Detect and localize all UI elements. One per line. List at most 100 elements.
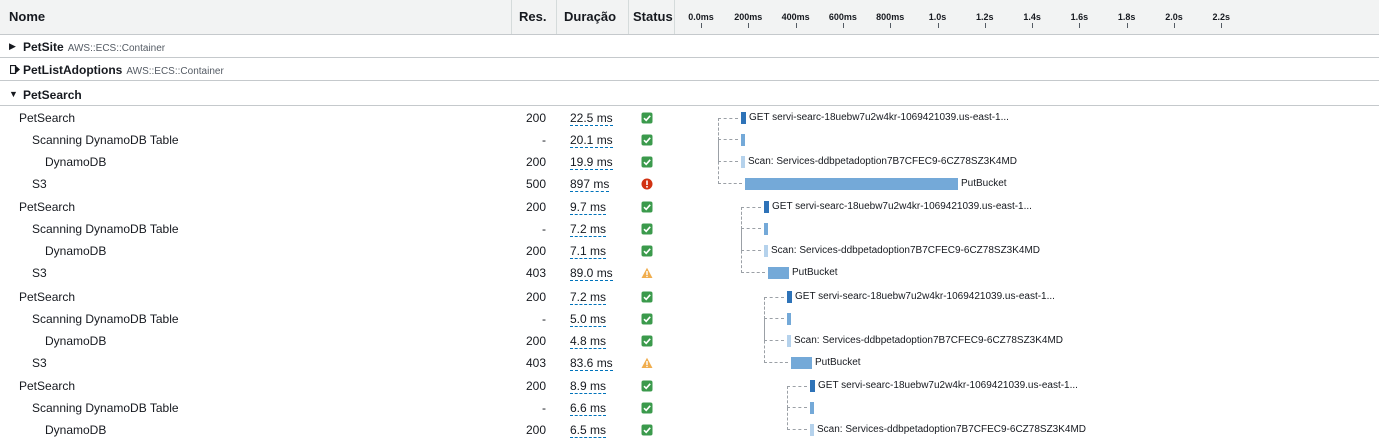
timeline-tick-label: 1.6s (1070, 12, 1089, 22)
column-header-status[interactable]: Status (629, 0, 675, 34)
timeline-connector (787, 407, 807, 430)
timeline-segment-bar[interactable] (810, 379, 815, 392)
segment-row[interactable]: S3 500 897 ms PutBucket (0, 118, 1379, 195)
status-error-icon (641, 178, 653, 190)
group-petsearch[interactable]: ▼ PetSearch (0, 83, 1379, 106)
segment-duration-link[interactable]: 7.2 ms (570, 222, 607, 238)
segment-duration-link[interactable]: 897 ms (570, 177, 610, 192)
column-header-res[interactable]: Res. (512, 0, 557, 34)
timeline-segment-label: Scan: Services-ddbpetadoption7B7CFEC9-6C… (794, 334, 1064, 346)
segment-response-code: - (542, 311, 546, 326)
segment-row[interactable]: S3 403 83.6 ms PutBucket (0, 296, 1379, 374)
timeline-segment-bar[interactable] (810, 423, 814, 436)
status-ok-icon (641, 134, 653, 146)
caret-down-icon[interactable]: ▼ (9, 89, 18, 99)
segment-duration-link[interactable]: 7.1 ms (570, 244, 607, 260)
segment-name: DynamoDB (45, 244, 107, 259)
timeline-tick-mark (842, 23, 844, 28)
timeline-tick-label: 600ms (828, 12, 857, 22)
segment-row[interactable]: PetSearch 200 8.9 ms GET servi-searc-18uebw… (0, 375, 1379, 397)
segment-name: PetSearch (19, 200, 76, 215)
timeline-segment-label: GET servi-searc-18uebw7u2w4kr-1069421039… (795, 290, 1055, 302)
segment-name: S3 (32, 266, 47, 281)
segment-row[interactable]: Scanning DynamoDB Table - 7.2 ms (0, 207, 1379, 240)
segment-duration-link[interactable]: 20.1 ms (570, 133, 613, 148)
timeline-tick-mark (701, 23, 702, 28)
timeline-tick-mark (1126, 23, 1128, 28)
segment-name: DynamoDB (45, 333, 107, 348)
segment-row[interactable]: Scanning DynamoDB Table - 5.0 ms (0, 296, 1379, 330)
timeline-segment-bar[interactable] (810, 401, 814, 414)
group-name: PetSite AWS::ECS::Container (23, 40, 166, 54)
segment-row[interactable]: Scanning DynamoDB Table - 20.1 ms (0, 118, 1379, 151)
segment-row[interactable]: PetSearch 200 9.7 ms GET servi-searc-18uebw… (0, 196, 1379, 218)
timeline-tick-mark (748, 23, 750, 28)
group-petlistadoptions[interactable]: PetListAdoptions AWS::ECS::Container (0, 58, 1379, 81)
segment-duration-link[interactable]: 4.8 ms (570, 334, 607, 349)
timeline-tick-label: 1.8s (1117, 12, 1136, 22)
segment-duration-link[interactable]: 5.0 ms (570, 312, 607, 327)
column-header-name[interactable]: Nome (0, 0, 512, 34)
segment-row[interactable]: Scanning DynamoDB Table - 6.6 ms (0, 385, 1379, 419)
segment-duration-link[interactable]: 89.0 ms (570, 266, 613, 282)
segment-name: S3 (32, 177, 47, 191)
timeline-segment-bar[interactable] (745, 178, 958, 190)
segment-row[interactable]: S3 403 89.0 ms PutBucket (0, 207, 1379, 284)
timeline-connector (741, 207, 765, 274)
timeline-tick-mark (795, 23, 797, 28)
status-ok-icon (641, 380, 653, 392)
timeline-connector (787, 385, 807, 408)
group-petsite[interactable]: ▶ PetSite AWS::ECS::Container (0, 35, 1379, 58)
segment-row[interactable]: DynamoDB 200 19.9 ms Scan: Services-ddbpeta… (0, 140, 1379, 173)
timeline-segment-label: PutBucket (961, 178, 1007, 189)
timeline-segment-label: Scan: Services-ddbpetadoption7B7CFEC9-6C… (771, 245, 1041, 257)
segment-name: PetSearch (19, 289, 76, 304)
segment-name: DynamoDB (45, 422, 107, 437)
timeline-tick-label: 0.0ms (688, 12, 714, 22)
status-ok-icon (641, 201, 653, 213)
segment-duration-link[interactable]: 83.6 ms (570, 356, 613, 371)
status-ok-icon (641, 402, 653, 414)
segment-response-code: 200 (525, 111, 546, 125)
caret-right-icon[interactable]: ▶ (9, 41, 16, 51)
group-name: PetListAdoptions AWS::ECS::Container (23, 63, 224, 77)
group-name: PetSearch (23, 88, 82, 102)
segment-response-code: 500 (525, 177, 546, 191)
segment-name: DynamoDB (45, 155, 107, 169)
segment-row[interactable]: DynamoDB 200 4.8 ms Scan: Services-ddbpetad… (0, 318, 1379, 352)
column-header-duration[interactable]: Duração (557, 0, 629, 34)
timeline-segment-label: Scan: Services-ddbpetadoption7B7CFEC9-6C… (748, 156, 1018, 167)
segment-response-code: 200 (525, 244, 546, 259)
timeline-segment-bar[interactable] (768, 267, 789, 280)
segment-row[interactable]: PetSearch 200 7.2 ms GET servi-searc-18uebw… (0, 286, 1379, 308)
status-ok-icon (641, 112, 653, 124)
timeline-tick-label: 400ms (781, 12, 810, 22)
segment-duration-link[interactable]: 6.6 ms (570, 401, 607, 416)
timeline-tick-label: 1.2s (976, 12, 994, 22)
segment-response-code: 200 (525, 422, 546, 437)
segment-duration-link[interactable]: 19.9 ms (570, 155, 613, 170)
segment-duration-link[interactable]: 22.5 ms (570, 111, 613, 126)
timeline-tick-mark (890, 23, 892, 28)
segment-response-code: 200 (525, 333, 546, 348)
timeline-tick-mark (1174, 23, 1175, 28)
timeline-connector (718, 118, 742, 184)
segment-duration-link[interactable]: 6.5 ms (570, 423, 607, 438)
timeline-tick-label: 2.2s (1212, 12, 1231, 22)
segment-name: Scanning DynamoDB Table (32, 400, 179, 415)
status-ok-icon (641, 424, 653, 436)
status-ok-icon (641, 335, 653, 347)
segment-row[interactable]: DynamoDB 200 6.5 ms Scan: Services-ddbpetad… (0, 407, 1379, 441)
segment-duration-link[interactable]: 8.9 ms (570, 379, 607, 394)
timeline-segment-label: PutBucket (815, 356, 861, 368)
segment-row[interactable]: PetSearch 200 22.5 ms GET servi-searc-18ueb… (0, 107, 1379, 129)
timeline-segment-bar[interactable] (791, 356, 812, 369)
segment-response-code: 200 (525, 200, 546, 215)
segment-duration-link[interactable]: 7.2 ms (570, 290, 607, 305)
segment-response-code: 200 (525, 378, 546, 393)
segment-response-code: 200 (525, 155, 546, 169)
timeline-connector (764, 296, 788, 363)
status-ok-icon (641, 156, 653, 168)
segment-row[interactable]: DynamoDB 200 7.1 ms Scan: Services-ddbpetad… (0, 229, 1379, 262)
segment-duration-link[interactable]: 9.7 ms (570, 200, 607, 216)
